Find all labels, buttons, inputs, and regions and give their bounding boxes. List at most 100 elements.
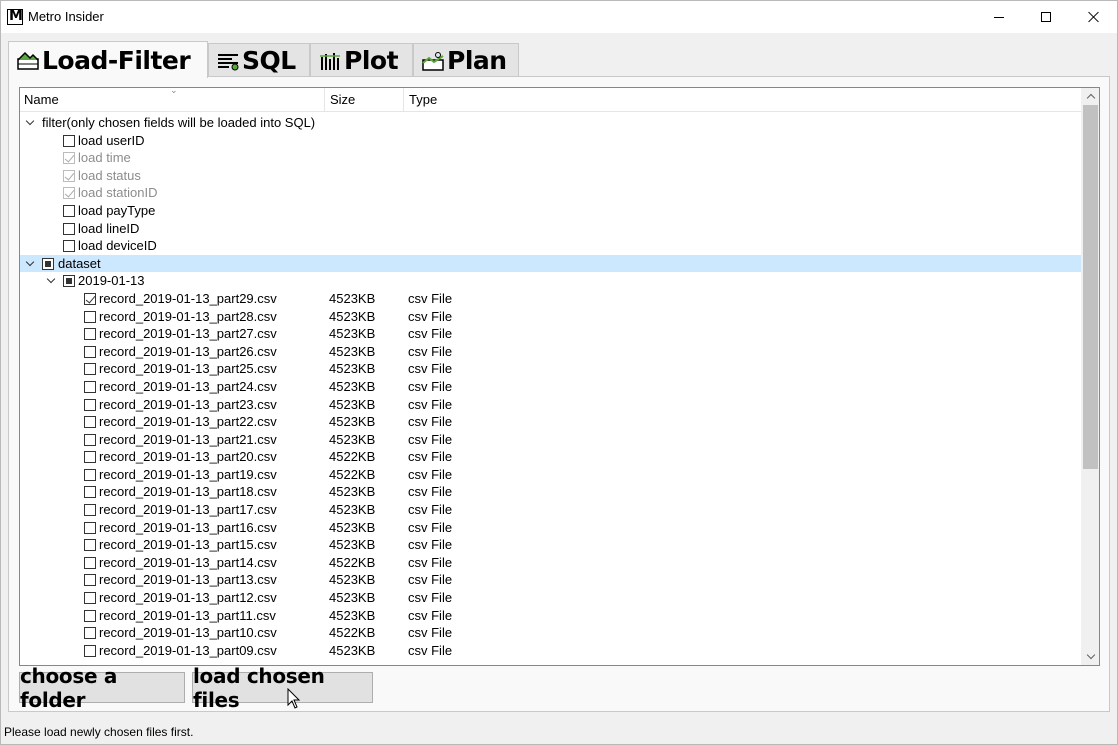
file-tree[interactable]: Name ⌄ Size Type filter(only chosen fiel… xyxy=(19,87,1100,666)
file-checkbox[interactable] xyxy=(84,592,96,605)
file-checkbox[interactable] xyxy=(84,486,96,499)
maximize-button[interactable] xyxy=(1023,1,1069,33)
file-checkbox[interactable] xyxy=(84,398,96,411)
sort-indicator-icon: ⌄ xyxy=(170,87,178,95)
file-row[interactable]: record_2019-01-13_part11.csv 4523KB csv Fi… xyxy=(20,607,1081,625)
file-row[interactable]: record_2019-01-13_part29.csv 4523KB csv Fi… xyxy=(20,290,1081,308)
scroll-down-button[interactable] xyxy=(1082,648,1099,665)
filter-option-checkbox[interactable] xyxy=(63,134,75,147)
filter-option[interactable]: load status xyxy=(20,167,1081,185)
file-name: record_2019-01-13_part15.csv xyxy=(99,537,277,553)
tree-node-folder[interactable]: 2019-01-13 xyxy=(20,272,1081,290)
filter-option[interactable]: load deviceID xyxy=(20,237,1081,255)
file-type: csv File xyxy=(408,554,453,570)
file-checkbox[interactable] xyxy=(84,451,96,464)
file-row[interactable]: record_2019-01-13_part23.csv 4523KB csv Fi… xyxy=(20,396,1081,414)
file-row[interactable]: record_2019-01-13_part09.csv 4523KB csv Fi… xyxy=(20,642,1081,660)
file-type: csv File xyxy=(408,326,453,342)
file-size: 4522KB xyxy=(329,449,376,465)
file-row[interactable]: record_2019-01-13_part19.csv 4522KB csv Fi… xyxy=(20,466,1081,484)
column-header-type[interactable]: Type xyxy=(409,92,437,107)
load-filter-panel: Name ⌄ Size Type filter(only chosen fiel… xyxy=(8,76,1110,712)
filter-option[interactable]: load payType xyxy=(20,202,1081,220)
filter-option-label: load time xyxy=(78,150,131,166)
column-divider[interactable] xyxy=(324,88,325,112)
file-checkbox[interactable] xyxy=(84,328,96,341)
tree-node-filter[interactable]: filter(only chosen fields will be loaded… xyxy=(20,114,1081,132)
file-row[interactable]: record_2019-01-13_part15.csv 4523KB csv Fi… xyxy=(20,536,1081,554)
file-row[interactable]: record_2019-01-13_part17.csv 4523KB csv Fi… xyxy=(20,501,1081,519)
expand-chevron-icon[interactable] xyxy=(46,272,58,290)
status-bar-text: Please load newly chosen files first. xyxy=(4,725,194,739)
file-row[interactable]: record_2019-01-13_part26.csv 4523KB csv Fi… xyxy=(20,343,1081,361)
filter-option-checkbox[interactable] xyxy=(63,204,75,217)
close-button[interactable] xyxy=(1070,1,1116,33)
file-checkbox[interactable] xyxy=(84,609,96,622)
file-checkbox[interactable] xyxy=(84,416,96,429)
file-checkbox[interactable] xyxy=(84,574,96,587)
filter-option[interactable]: load stationID xyxy=(20,184,1081,202)
title-bar[interactable]: M Metro Insider xyxy=(1,1,1117,33)
file-row[interactable]: record_2019-01-13_part20.csv 4522KB csv Fi… xyxy=(20,448,1081,466)
file-type: csv File xyxy=(408,519,453,535)
file-checkbox[interactable] xyxy=(84,433,96,446)
file-row[interactable]: record_2019-01-13_part22.csv 4523KB csv Fi… xyxy=(20,413,1081,431)
file-row[interactable]: record_2019-01-13_part13.csv 4523KB csv Fi… xyxy=(20,571,1081,589)
tab-load-filter[interactable]: Load-Filter xyxy=(8,41,208,78)
column-header-name[interactable]: Name xyxy=(24,92,59,107)
tab-plot[interactable]: Plot xyxy=(310,43,413,77)
vertical-scrollbar[interactable] xyxy=(1081,88,1099,665)
file-size: 4522KB xyxy=(329,466,376,482)
file-checkbox[interactable] xyxy=(84,292,96,305)
filter-option-checkbox[interactable] xyxy=(63,222,75,235)
file-checkbox[interactable] xyxy=(84,539,96,552)
load-chosen-files-button[interactable]: load chosen files xyxy=(192,664,373,712)
tree-rows: filter(only chosen fields will be loaded… xyxy=(20,114,1081,659)
file-name: record_2019-01-13_part22.csv xyxy=(99,414,277,430)
expand-chevron-icon[interactable] xyxy=(25,114,37,132)
file-checkbox[interactable] xyxy=(84,504,96,517)
file-row[interactable]: record_2019-01-13_part28.csv 4523KB csv Fi… xyxy=(20,308,1081,326)
filter-option[interactable]: load lineID xyxy=(20,220,1081,238)
folder-checkbox[interactable] xyxy=(63,275,75,288)
filter-option[interactable]: load userID xyxy=(20,132,1081,150)
choose-folder-button[interactable]: choose a folder xyxy=(19,664,185,712)
file-checkbox[interactable] xyxy=(84,363,96,376)
file-row[interactable]: record_2019-01-13_part18.csv 4523KB csv Fi… xyxy=(20,483,1081,501)
tab-sql[interactable]: SQL xyxy=(208,43,310,77)
file-row[interactable]: record_2019-01-13_part27.csv 4523KB csv Fi… xyxy=(20,325,1081,343)
filter-option-checkbox[interactable] xyxy=(63,240,75,253)
file-row[interactable]: record_2019-01-13_part12.csv 4523KB csv Fi… xyxy=(20,589,1081,607)
file-row[interactable]: record_2019-01-13_part16.csv 4523KB csv Fi… xyxy=(20,519,1081,537)
filter-option[interactable]: load time xyxy=(20,149,1081,167)
mouse-pointer-icon xyxy=(287,688,301,709)
file-row[interactable]: record_2019-01-13_part25.csv 4523KB csv Fi… xyxy=(20,360,1081,378)
tab-label: SQL xyxy=(242,46,296,75)
file-row[interactable]: record_2019-01-13_part14.csv 4522KB csv Fi… xyxy=(20,554,1081,572)
file-name: record_2019-01-13_part17.csv xyxy=(99,502,277,518)
tree-node-dataset[interactable]: dataset xyxy=(20,254,1081,273)
file-checkbox[interactable] xyxy=(84,468,96,481)
file-checkbox[interactable] xyxy=(84,380,96,393)
file-type: csv File xyxy=(408,642,453,658)
column-header-size[interactable]: Size xyxy=(330,92,355,107)
file-type: csv File xyxy=(408,361,453,377)
file-checkbox[interactable] xyxy=(84,644,96,657)
expand-chevron-icon[interactable] xyxy=(25,255,37,273)
scroll-thumb[interactable] xyxy=(1083,105,1098,469)
tab-plan[interactable]: Plan xyxy=(413,43,519,77)
file-row[interactable]: record_2019-01-13_part24.csv 4523KB csv Fi… xyxy=(20,378,1081,396)
dataset-checkbox[interactable] xyxy=(42,257,54,270)
file-row[interactable]: record_2019-01-13_part21.csv 4523KB csv Fi… xyxy=(20,431,1081,449)
file-type: csv File xyxy=(408,290,453,306)
file-checkbox[interactable] xyxy=(84,310,96,323)
file-checkbox[interactable] xyxy=(84,345,96,358)
minimize-button[interactable] xyxy=(976,1,1022,33)
filter-node-label: filter(only chosen fields will be loaded… xyxy=(42,115,316,130)
file-row[interactable]: record_2019-01-13_part10.csv 4522KB csv Fi… xyxy=(20,624,1081,642)
file-checkbox[interactable] xyxy=(84,627,96,640)
scroll-up-button[interactable] xyxy=(1082,88,1099,105)
file-checkbox[interactable] xyxy=(84,521,96,534)
file-checkbox[interactable] xyxy=(84,556,96,569)
column-divider[interactable] xyxy=(403,88,404,112)
